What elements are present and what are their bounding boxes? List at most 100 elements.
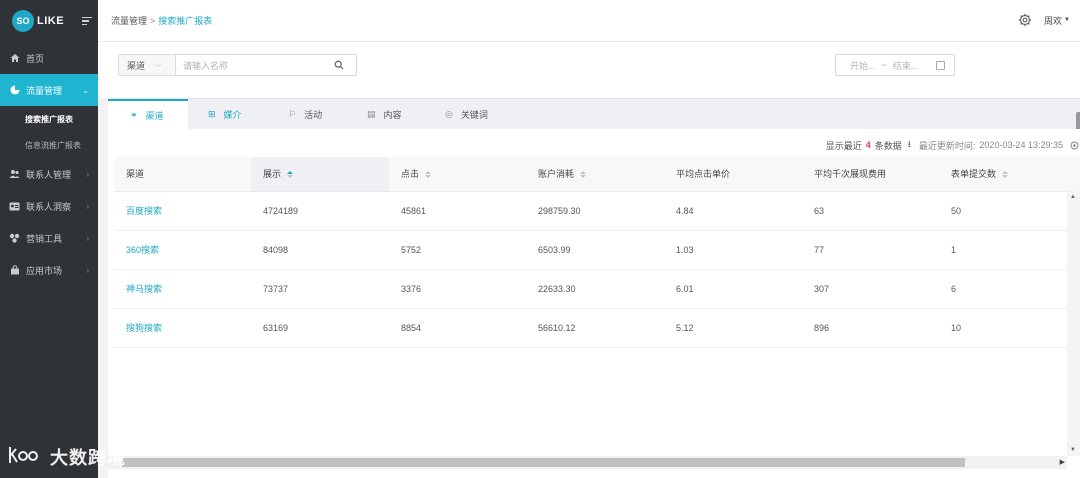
breadcrumb-item[interactable]: 流量管理 [111,14,147,27]
column-header-impressions[interactable]: 展示 [251,157,389,192]
table-cell: 56610.12 [526,308,664,348]
column-header-channel: 渠道 [114,157,251,192]
tab-media[interactable]: ⊞ 媒介 [208,99,242,130]
shop-icon [9,265,20,276]
sidebar-item-label: 应用市场 [26,265,63,276]
table-cell: 298759.30 [526,191,664,231]
watermark: 大数跨境 [8,444,126,470]
document-icon: ▤ [367,109,376,119]
updated-time: 2020-03-24 13:29:35 [979,140,1063,150]
column-settings-icon[interactable] [1069,140,1080,151]
tab-campaign[interactable]: ⚐ 活动 [288,99,322,130]
search-placeholder: 请输入名称 [183,60,229,71]
logo-badge: SO [12,10,34,32]
sidebar-item-label: 首页 [26,53,45,64]
chevron-down-icon: ⌄ [82,85,89,95]
sidebar-item-label: 营销工具 [26,233,63,244]
sidebar-item-home[interactable]: 首页 [0,42,98,74]
data-info-line: 显示最近 4 条数据 ⭳ 最近更新时间: 2020-03-24 13:29:35 [826,137,1080,153]
chevron-right-icon: › [86,201,89,211]
tag-icon: ◎ [445,109,453,119]
sidebar-item-traffic[interactable]: 流量管理 ⌄ [0,74,98,106]
table-cell: 22633.30 [526,269,664,309]
sidebar-subitem-search-report[interactable]: 搜索推广报表 [0,106,98,132]
sidebar-item-label: 联系人管理 [26,169,72,180]
table-cell: 1.03 [664,230,802,270]
table-cell: 5752 [389,230,526,270]
channel-select[interactable]: 渠道 ⌵ [118,54,175,76]
tab-label: 渠道 [145,111,164,121]
sidebar-item-marketing[interactable]: 营销工具 › [0,222,98,254]
sidebar-item-contacts[interactable]: 联系人管理 › [0,158,98,190]
menu-toggle-icon[interactable] [82,15,93,28]
sidebar-item-label: 联系人洞察 [26,201,72,212]
column-header-avg-cpc: 平均点击单价 [664,157,802,192]
sidebar: SO LIKE 首页 流量管理 ⌄ 搜索推广报表 信息流推广报表 联系人管理 ›… [0,0,98,478]
vertical-scrollbar[interactable]: ▲ ▼ [1067,191,1080,456]
table-cell: 10 [939,308,1080,348]
channel-select-value: 渠道 [127,60,146,71]
table-cell: 3376 [389,269,526,309]
top-bar: 流量管理 > 搜索推广报表 周欢 ▼ [98,0,1080,42]
date-range-picker[interactable]: 开始... ~ 结束... [835,54,955,76]
sort-icon[interactable] [287,171,294,179]
column-header-form-submits[interactable]: 表单提交数 [939,157,1080,192]
tab-content[interactable]: ▤ 内容 [367,99,402,130]
sidebar-item-insight[interactable]: 联系人洞察 › [0,190,98,222]
table-cell: 4.84 [664,191,802,231]
horizontal-scrollbar[interactable]: ▶ [108,456,1067,469]
sort-icon[interactable] [580,171,587,179]
download-icon[interactable]: ⭳ [908,137,911,153]
sidebar-subitem-feed-report[interactable]: 信息流推广报表 [0,132,98,158]
table-cell: 5.12 [664,308,802,348]
scroll-right-icon[interactable]: ▶ [1060,458,1065,466]
channel-link[interactable]: 360搜索 [114,230,251,270]
caret-down-icon[interactable]: ▼ [1064,17,1070,23]
table-cell: 6 [939,269,1080,309]
search-icon[interactable] [334,60,344,70]
tab-channel[interactable]: ⚭ 渠道 [108,99,188,130]
table-cell: 77 [802,230,939,270]
tab-keyword[interactable]: ◎ 关键词 [445,99,488,130]
filter-area: 渠道 ⌵ 请输入名称 开始... ~ 结束... [98,42,1080,98]
scroll-up-icon[interactable]: ▲ [1070,194,1076,200]
chevron-right-icon: › [86,233,89,243]
scrollbar-thumb[interactable] [122,458,965,467]
search-input[interactable]: 请输入名称 [175,54,357,76]
table-row: 搜狗搜索 63169 8854 56610.12 5.12 896 10 [114,308,1080,348]
table-header-row: 渠道 展示 点击 账户消耗 平均点击单价 平均千次展现费用 表单提交数 [114,157,1080,192]
tab-label: 媒介 [223,110,242,120]
table-cell: 1 [939,230,1080,270]
link-icon: ⚭ [130,110,138,120]
table-cell: 45861 [389,191,526,231]
watermark-logo [8,445,44,470]
chevron-down-icon: ⌵ [155,60,162,69]
breadcrumb-current: 搜索推广报表 [158,16,213,26]
table-cell: 896 [802,308,939,348]
contacts-icon [9,169,20,180]
sort-icon[interactable] [425,171,432,179]
report-panel: 显示最近 4 条数据 ⭳ 最近更新时间: 2020-03-24 13:29:35… [108,129,1080,478]
home-icon [9,53,20,64]
sidebar-item-appstore[interactable]: 应用市场 › [0,254,98,286]
table-row: 百度搜索 4724189 45861 298759.30 4.84 63 50 [114,191,1080,231]
channel-link[interactable]: 神马搜索 [114,269,251,309]
user-name[interactable]: 周欢 [1044,14,1062,27]
pie-chart-icon [9,85,20,96]
date-start: 开始... [850,60,876,71]
scroll-down-icon[interactable]: ▼ [1070,447,1076,453]
table-row: 神马搜索 73737 3376 22633.30 6.01 307 6 [114,269,1080,309]
sidebar-item-label: 流量管理 [26,85,63,96]
column-header-clicks[interactable]: 点击 [389,157,526,192]
gear-icon[interactable] [1018,13,1032,27]
chevron-right-icon: › [86,265,89,275]
table-cell: 6503.99 [526,230,664,270]
date-separator: ~ [881,60,887,70]
info-prefix: 显示最近 [825,140,862,151]
column-header-spend[interactable]: 账户消耗 [526,157,664,192]
tab-label: 关键词 [460,110,488,120]
user-area: 周欢 ▼ [1018,13,1070,27]
channel-link[interactable]: 百度搜索 [114,191,251,231]
channel-link[interactable]: 搜狗搜索 [114,308,251,348]
sort-icon[interactable] [1002,171,1009,179]
